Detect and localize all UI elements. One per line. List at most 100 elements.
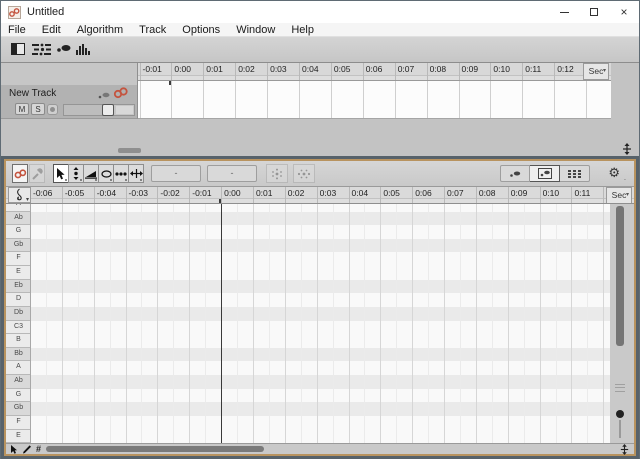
close-button[interactable]: × xyxy=(609,1,639,23)
editor-vscroll-thumb[interactable] xyxy=(616,206,624,346)
main-area: Sec ▾ -0:01 0:00 0:01 0:02 0:03 0:04 0:05 0:06 0:… xyxy=(1,63,639,459)
track-volume-handle[interactable] xyxy=(102,104,114,116)
note-editor-panel: - - ⚙ . ▾ Sec ▾ -0:06 -0:05 -0:04 -0:03 … xyxy=(4,159,636,456)
display-mode-blobs[interactable] xyxy=(500,165,530,182)
track-lane-gridline xyxy=(171,81,173,118)
pencil-tool-icon[interactable] xyxy=(22,444,32,454)
note-cell[interactable]: D xyxy=(6,293,30,307)
track-lane[interactable] xyxy=(138,81,611,119)
note-cell[interactable]: C3 xyxy=(6,320,30,335)
main-tool-arrow[interactable] xyxy=(53,164,69,183)
editor-settings-gear-icon[interactable]: ⚙ xyxy=(608,165,620,182)
grid-half-second-line xyxy=(237,204,239,443)
note-cell[interactable]: E xyxy=(6,429,30,443)
display-mode-blobs-framed[interactable] xyxy=(530,165,560,182)
track-ruler-label: 0:03 xyxy=(270,64,287,74)
editor-ruler-tick xyxy=(61,187,63,203)
note-cell[interactable]: G xyxy=(6,388,30,403)
editor-ruler-tick xyxy=(316,187,318,203)
editor-ruler-tick xyxy=(603,187,605,203)
editor-ruler-label: -0:05 xyxy=(64,188,85,198)
note-cell[interactable]: F xyxy=(6,415,30,430)
note-cell[interactable]: A xyxy=(6,204,30,212)
editor-playhead[interactable] xyxy=(221,204,222,443)
amplitude-tool[interactable] xyxy=(98,164,114,183)
clef-selector[interactable]: ▾ xyxy=(8,187,31,203)
editor-timeline-ruler[interactable]: ▾ Sec ▾ -0:06 -0:05 -0:04 -0:03 -0:02 -0:01 0:0… xyxy=(6,187,634,204)
bottom-arrow-tool-icon[interactable] xyxy=(10,444,18,454)
track-blob-icon[interactable] xyxy=(98,91,111,100)
menu-item-file[interactable]: File xyxy=(1,23,34,37)
panel-layout-icon[interactable] xyxy=(11,43,26,55)
track-ruler-label: 0:00 xyxy=(174,64,191,74)
track-panel-resize-grip-icon[interactable] xyxy=(621,143,633,155)
note-assignment-mode-button[interactable] xyxy=(29,164,45,183)
pitch-snap-dropdown[interactable]: - xyxy=(151,165,201,182)
note-cell[interactable]: G xyxy=(6,225,30,239)
editor-hscroll-thumb[interactable] xyxy=(46,446,264,452)
grid-second-line xyxy=(444,204,446,443)
grid-second-line xyxy=(284,204,286,443)
note-cell[interactable]: A xyxy=(6,361,30,376)
track-lane-gridline xyxy=(362,81,364,118)
note-cell[interactable]: Gb xyxy=(6,402,30,416)
menu-item-window[interactable]: Window xyxy=(228,23,283,37)
blob-icon[interactable] xyxy=(56,43,72,55)
track-ruler-unit-selector[interactable]: Sec ▾ xyxy=(583,63,609,80)
track-ruler-tick xyxy=(267,63,269,80)
track-name[interactable]: New Track xyxy=(9,88,56,99)
time-handle-tool[interactable] xyxy=(128,164,144,183)
vertical-zoom-track[interactable] xyxy=(619,420,621,438)
timing-tool[interactable] xyxy=(113,164,129,183)
minimize-button[interactable] xyxy=(549,1,579,23)
editor-ruler-tick xyxy=(412,187,414,203)
track-record-arm-button[interactable] xyxy=(47,104,58,115)
cycle-range-strip[interactable] xyxy=(138,75,611,80)
menu-item-options[interactable]: Options xyxy=(174,23,228,37)
note-cell[interactable]: Ab xyxy=(6,211,30,226)
mute-button[interactable]: M xyxy=(15,103,29,115)
note-cell[interactable]: Eb xyxy=(6,279,30,294)
menu-item-edit[interactable]: Edit xyxy=(34,23,69,37)
grid-second-line xyxy=(539,204,541,443)
tracks-icon[interactable] xyxy=(32,43,52,56)
maximize-button[interactable] xyxy=(579,1,609,23)
note-cell[interactable]: Gb xyxy=(6,238,30,253)
track-lane-gridline xyxy=(522,81,524,118)
menu-item-algorithm[interactable]: Algorithm xyxy=(69,23,131,37)
editor-ruler-unit-selector[interactable]: Sec ▾ xyxy=(606,187,632,203)
framed-blobs-view-icon xyxy=(537,168,552,179)
note-cell[interactable]: E xyxy=(6,266,30,280)
pitch-macro-button[interactable] xyxy=(266,164,288,183)
note-cell[interactable]: B xyxy=(6,334,30,348)
time-snap-dropdown[interactable]: - xyxy=(207,165,257,182)
track-ruler-tick xyxy=(490,63,492,80)
grid-toggle-icon[interactable]: # xyxy=(36,444,41,454)
time-macro-button[interactable] xyxy=(293,164,315,183)
formant-tool[interactable] xyxy=(83,164,99,183)
note-cell[interactable]: F xyxy=(6,252,30,267)
track-algorithm-link-icon[interactable] xyxy=(113,87,129,99)
spectrum-icon[interactable] xyxy=(76,43,92,55)
track-volume-slider[interactable] xyxy=(63,104,135,116)
editor-ruler-label: 0:01 xyxy=(255,188,273,198)
track-timeline-ruler[interactable]: Sec ▾ -0:01 0:00 0:01 0:02 0:03 0:04 0:05 0:06 0:… xyxy=(138,63,611,81)
menu-item-help[interactable]: Help xyxy=(283,23,322,37)
track-header[interactable]: New Track M S xyxy=(1,85,138,119)
note-cell[interactable]: Bb xyxy=(6,347,30,362)
vertical-zoom-knob[interactable] xyxy=(616,410,624,418)
track-hscroll-thumb[interactable] xyxy=(118,148,141,153)
grid-second-line xyxy=(348,204,350,443)
edit-pitch-mode-button[interactable] xyxy=(12,164,28,183)
solo-button[interactable]: S xyxy=(31,103,45,115)
note-cell[interactable]: Db xyxy=(6,306,30,321)
menu-bar: File Edit Algorithm Track Options Window… xyxy=(1,23,639,37)
note-grid[interactable] xyxy=(31,204,610,443)
note-cell[interactable]: Ab xyxy=(6,375,30,389)
display-mode-grid[interactable] xyxy=(560,165,590,182)
menu-item-track[interactable]: Track xyxy=(131,23,174,37)
pitch-tool[interactable] xyxy=(68,164,84,183)
editor-scroll-zoom-grip-icon[interactable] xyxy=(619,444,630,455)
editor-ruler-label: -0:03 xyxy=(128,188,148,198)
track-ruler-label: 0:05 xyxy=(333,64,351,74)
